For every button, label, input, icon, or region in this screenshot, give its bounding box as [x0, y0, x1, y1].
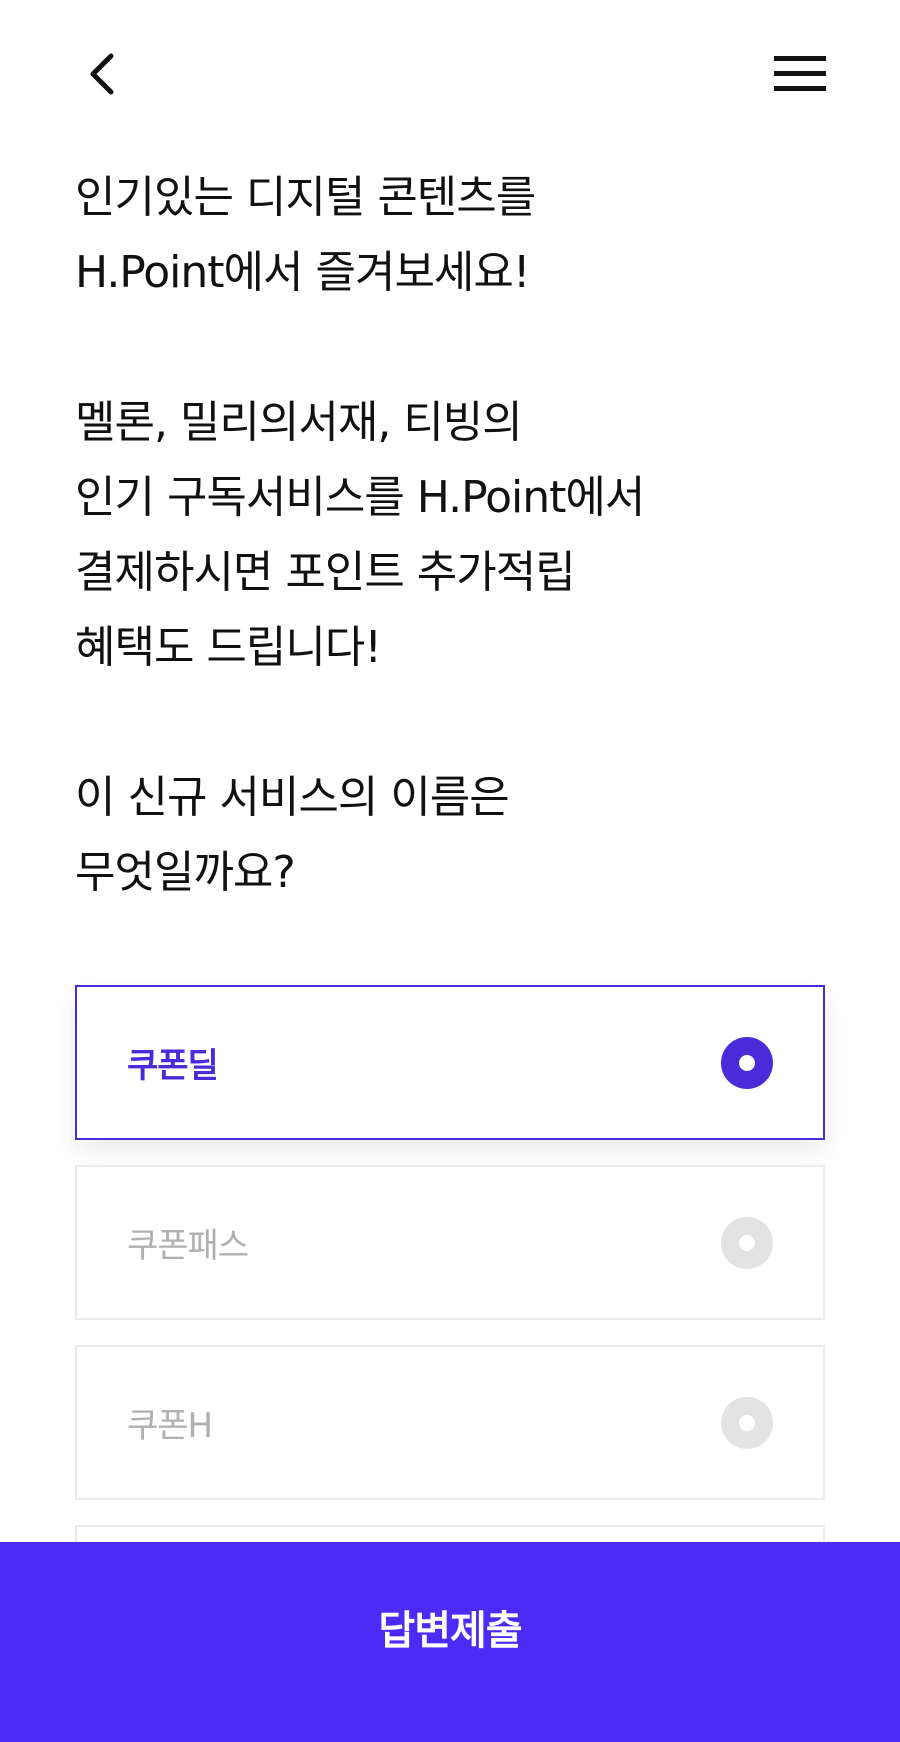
radio-unselected-icon[interactable]: [721, 1396, 773, 1449]
option-coupon-pass[interactable]: 쿠폰패스: [75, 1165, 825, 1320]
option-label: 쿠폰패스: [127, 1226, 249, 1266]
question-text: 이 신규 서비스의 이름은 무엇일까요?: [75, 772, 510, 898]
answer-options: 쿠폰딜 쿠폰패스 쿠폰H: [75, 985, 825, 1590]
description-text: 멜론, 밀리의서재, 티빙의 인기 구독서비스를 H.Point에서 결제하시면…: [75, 397, 645, 673]
hamburger-menu-icon: [774, 56, 826, 91]
chevron-left-icon: [90, 53, 114, 95]
option-label: 쿠폰딜: [127, 1046, 219, 1086]
back-button[interactable]: [78, 50, 126, 98]
radio-selected-icon[interactable]: [721, 1036, 773, 1089]
option-coupon-h[interactable]: 쿠폰H: [75, 1345, 825, 1500]
quiz-content: 인기있는 디지털 콘텐츠를 H.Point에서 즐겨보세요! 멜론, 밀리의서재…: [75, 160, 825, 910]
option-label: 쿠폰H: [127, 1406, 213, 1446]
menu-button[interactable]: [772, 50, 828, 98]
submit-answer-button[interactable]: 답변제출: [0, 1542, 900, 1742]
intro-text: 인기있는 디지털 콘텐츠를 H.Point에서 즐겨보세요!: [75, 172, 536, 298]
option-coupon-deal[interactable]: 쿠폰딜: [75, 985, 825, 1140]
radio-unselected-icon[interactable]: [721, 1216, 773, 1269]
top-bar: [0, 0, 900, 150]
submit-label: 답변제출: [378, 1608, 522, 1654]
